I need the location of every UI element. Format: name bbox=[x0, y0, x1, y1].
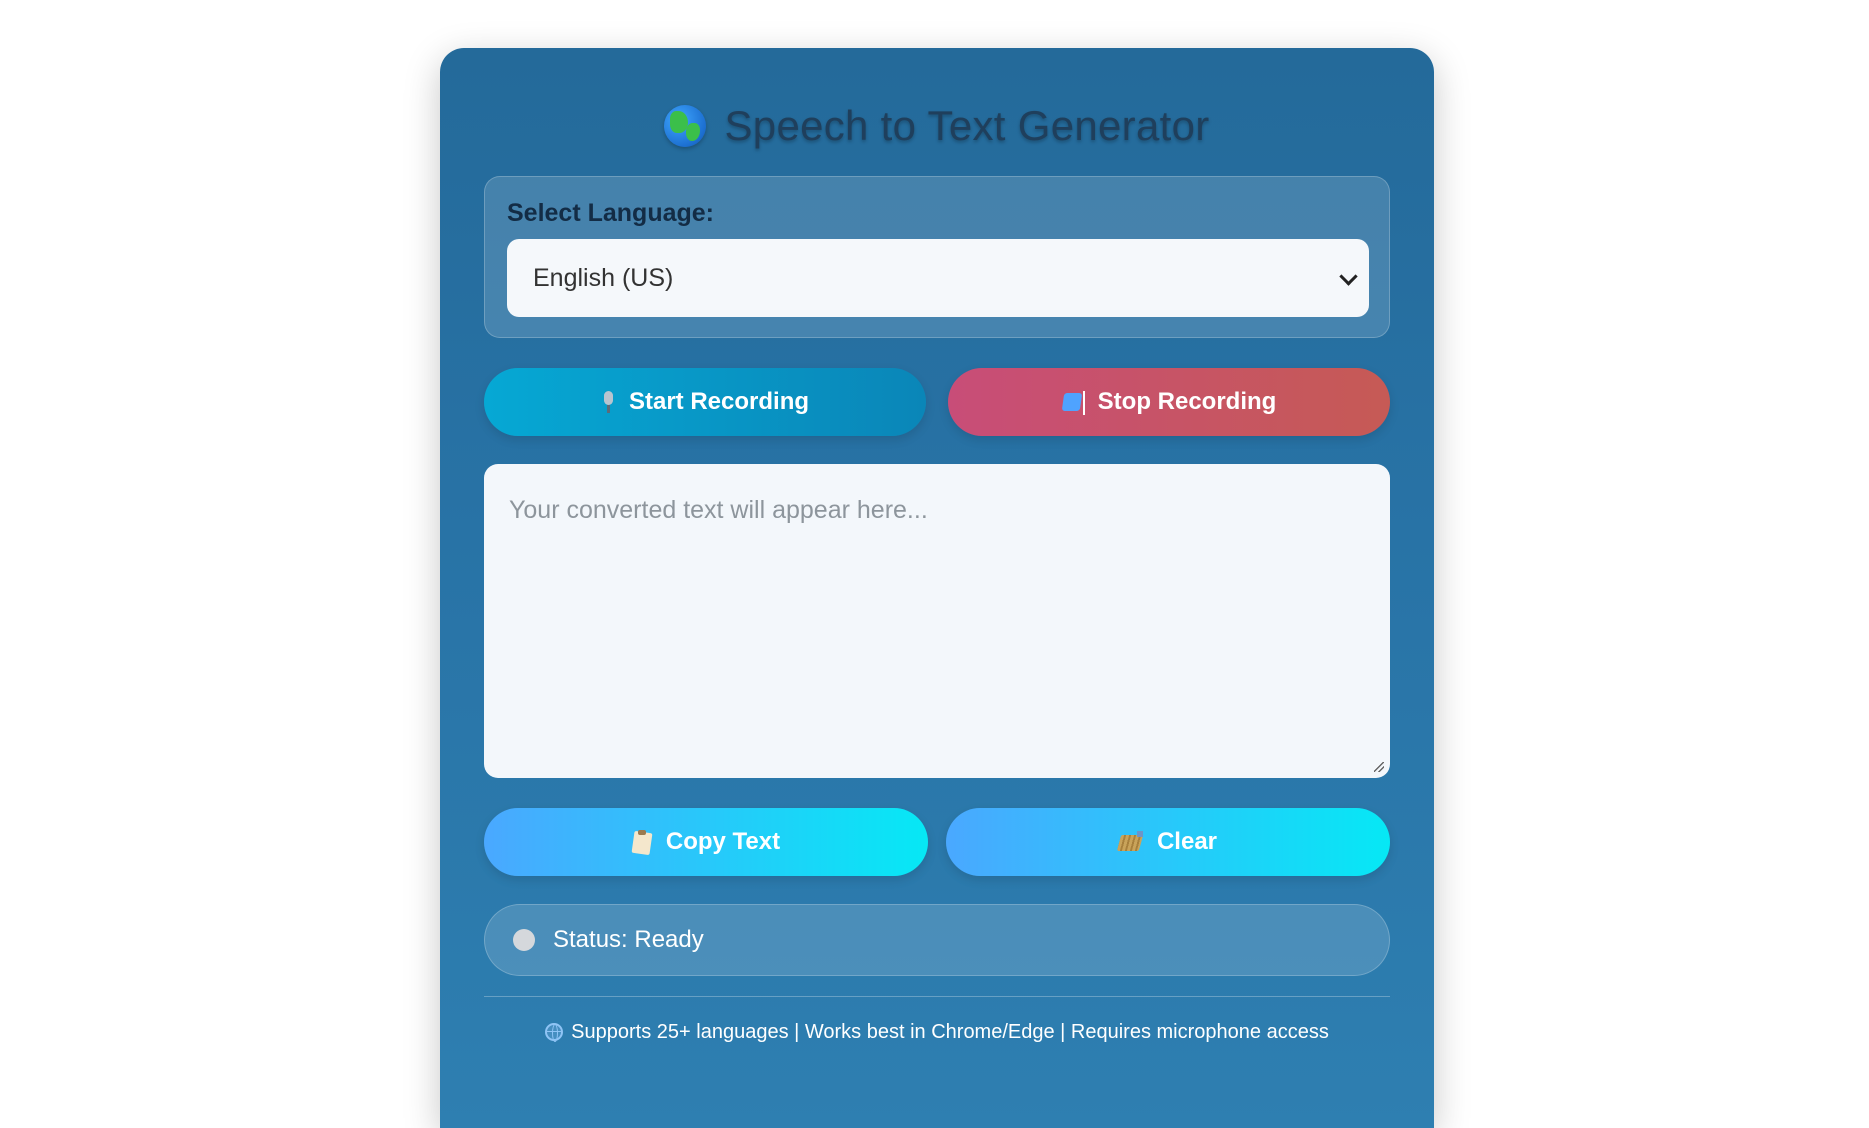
language-panel: Select Language: English (US) bbox=[484, 176, 1390, 338]
stop-recording-label: Stop Recording bbox=[1097, 388, 1277, 415]
footer-divider bbox=[484, 996, 1390, 997]
stop-recording-button[interactable]: Stop Recording bbox=[948, 368, 1390, 436]
globe-web-icon bbox=[545, 1023, 564, 1042]
language-label: Select Language: bbox=[507, 199, 714, 227]
page-header: Speech to Text Generator bbox=[440, 96, 1434, 156]
page-title: Speech to Text Generator bbox=[724, 102, 1210, 149]
status-text: Status: Ready bbox=[553, 926, 704, 953]
resize-handle-icon[interactable] bbox=[1374, 762, 1384, 772]
start-recording-button[interactable]: Start Recording bbox=[484, 368, 926, 436]
language-select[interactable]: English (US) bbox=[507, 239, 1369, 317]
language-selected-value: English (US) bbox=[533, 263, 674, 292]
chevron-down-icon bbox=[1339, 267, 1358, 286]
transcript-textarea[interactable]: Your converted text will appear here... bbox=[484, 464, 1390, 778]
copy-text-label: Copy Text bbox=[665, 828, 781, 855]
globe-icon bbox=[664, 105, 707, 147]
status-indicator-dot bbox=[513, 929, 535, 951]
app-card: Speech to Text Generator Select Language… bbox=[440, 48, 1434, 1128]
footer-text: Supports 25+ languages | Works best in C… bbox=[571, 1020, 1329, 1043]
transcript-placeholder: Your converted text will appear here... bbox=[509, 496, 928, 524]
stop-icon bbox=[1062, 391, 1085, 415]
clear-label: Clear bbox=[1156, 828, 1218, 855]
footer: Supports 25+ languages | Works best in C… bbox=[440, 1016, 1434, 1048]
copy-text-button[interactable]: Copy Text bbox=[484, 808, 928, 876]
clipboard-icon bbox=[632, 830, 652, 854]
broom-icon bbox=[1119, 831, 1143, 853]
microphone-icon bbox=[601, 391, 615, 413]
start-recording-label: Start Recording bbox=[628, 388, 810, 415]
clear-button[interactable]: Clear bbox=[946, 808, 1390, 876]
status-bar: Status: Ready bbox=[484, 904, 1390, 976]
